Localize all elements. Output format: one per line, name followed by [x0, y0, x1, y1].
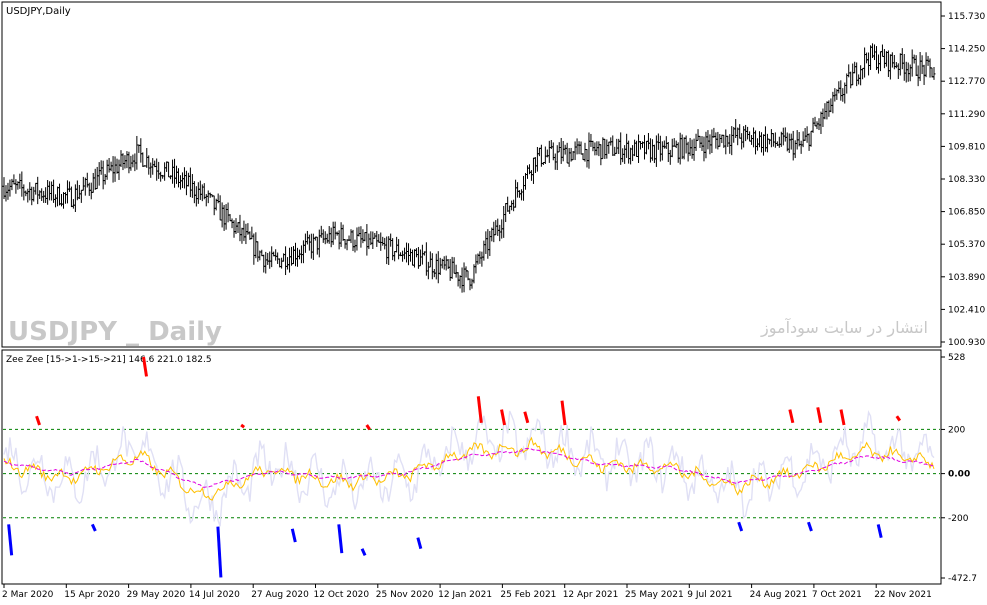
time-axis-label: 27 Aug 2020	[251, 590, 309, 600]
price-axis-label: 106.850	[948, 208, 985, 218]
time-axis-label: 12 Jan 2021	[438, 590, 492, 600]
price-axis-label: 112.770	[948, 77, 985, 87]
time-axis-label: 2 Mar 2020	[2, 590, 54, 600]
time-axis-label: 25 May 2021	[625, 590, 684, 600]
price-axis-label: 109.810	[948, 142, 985, 152]
time-axis-label: 7 Oct 2021	[812, 590, 862, 600]
indicator-axis-label: -472.7	[948, 574, 977, 584]
price-axis-label: 108.330	[948, 175, 985, 185]
price-axis-label: 105.370	[948, 240, 985, 250]
time-axis-label: 25 Nov 2020	[376, 590, 434, 600]
time-axis-label: 29 May 2020	[127, 590, 186, 600]
indicator-axis-label: 0.00	[948, 470, 970, 480]
indicator-label: Zee Zee [15->1->15->21] 146.6 221.0 182.…	[6, 355, 212, 365]
time-axis-label: 12 Oct 2020	[314, 590, 370, 600]
indicator-axis-label: -200	[948, 514, 969, 524]
time-axis-label: 15 Apr 2020	[64, 590, 120, 600]
time-axis-label: 24 Aug 2021	[750, 590, 808, 600]
indicator-axis-label: 200	[948, 425, 965, 435]
time-axis-label: 25 Feb 2021	[500, 590, 556, 600]
price-axis-label: 102.410	[948, 305, 985, 315]
price-axis-label: 115.730	[948, 12, 985, 22]
price-axis-label: 114.250	[948, 45, 985, 55]
indicator-axis-label: 528	[948, 353, 965, 363]
watermark-symbol: USDJPY _ Daily	[8, 317, 222, 347]
price-axis-label: 103.890	[948, 273, 985, 283]
time-axis-label: 14 Jul 2020	[189, 590, 240, 600]
time-axis-label: 12 Apr 2021	[563, 590, 619, 600]
time-axis-label: 9 Jul 2021	[687, 590, 732, 600]
chart-window: USDJPY,Daily USDJPY _ Daily انتشار در سا…	[0, 0, 987, 605]
time-axis-label: 22 Nov 2021	[874, 590, 932, 600]
price-axis-label: 111.290	[948, 110, 985, 120]
overbought-mark	[240, 423, 246, 429]
price-axis-label: 100.930	[948, 338, 985, 348]
watermark-site: انتشار در سایت سودآموز	[760, 318, 928, 338]
symbol-label: USDJPY,Daily	[6, 6, 71, 17]
